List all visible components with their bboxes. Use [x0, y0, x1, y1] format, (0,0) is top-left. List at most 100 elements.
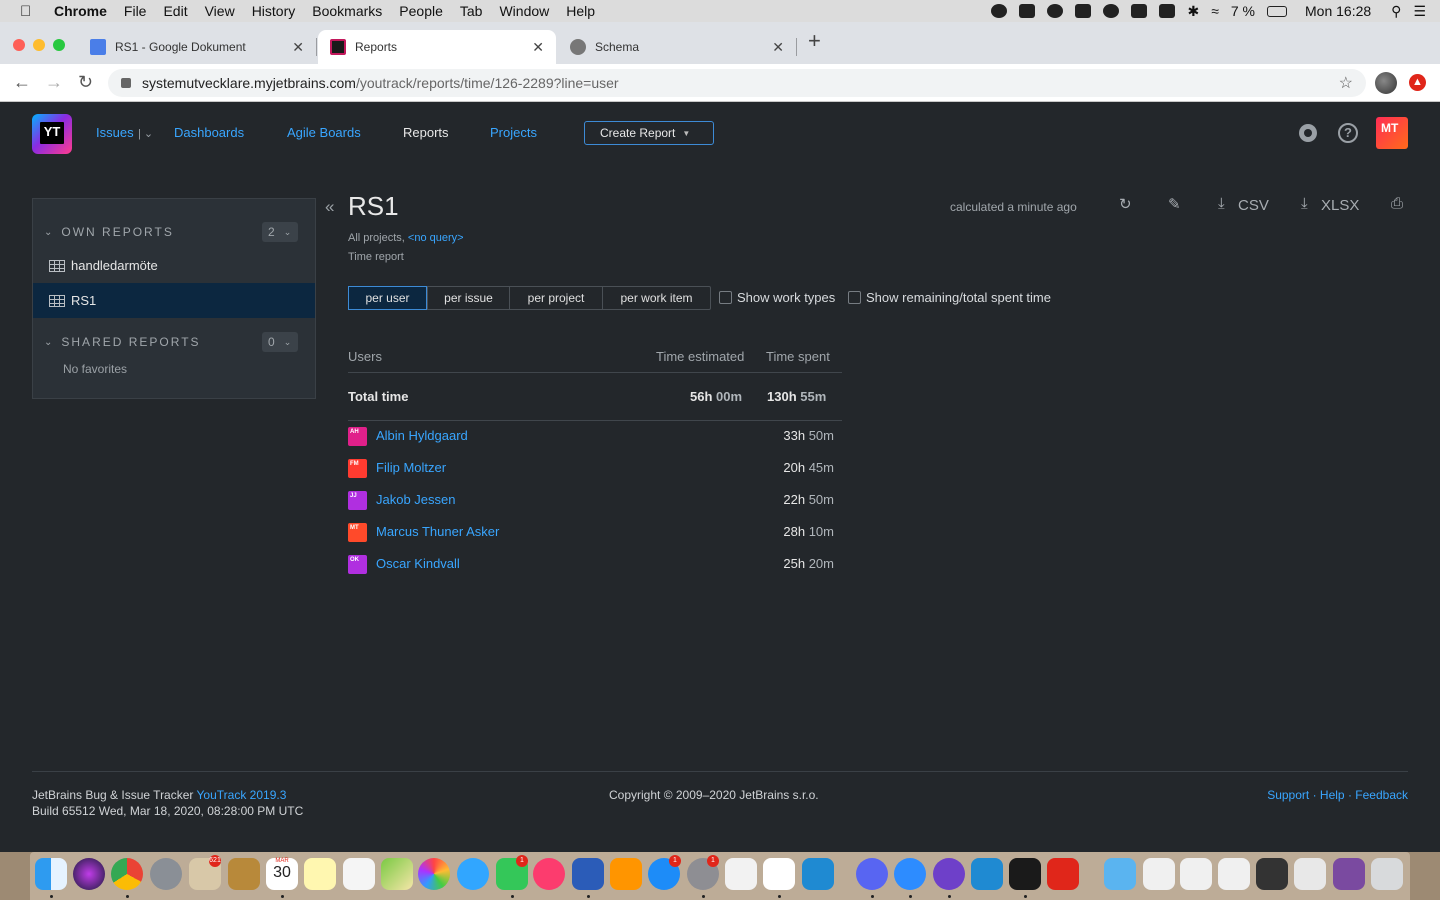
- column-header-time-estimated[interactable]: Time estimated: [656, 349, 744, 364]
- help-link[interactable]: Help: [1320, 788, 1345, 802]
- word-icon[interactable]: [572, 858, 604, 890]
- shared-reports-count[interactable]: 0 ⌄: [262, 332, 298, 352]
- github-desktop-icon[interactable]: [933, 858, 965, 890]
- refresh-icon[interactable]: ↻: [1119, 195, 1132, 213]
- reload-icon[interactable]: ↻: [78, 72, 93, 93]
- close-tab-icon[interactable]: ✕: [772, 39, 784, 56]
- window-zoom-button[interactable]: [53, 39, 65, 51]
- tab-rs1-google-doc[interactable]: RS1 - Google Dokument ✕: [78, 30, 317, 64]
- extension-icon[interactable]: ▲: [1409, 74, 1426, 91]
- discord-icon[interactable]: [856, 858, 888, 890]
- create-report-button[interactable]: Create Report ▼: [584, 121, 714, 145]
- folder-icon[interactable]: [1104, 858, 1136, 890]
- profile-avatar[interactable]: [1375, 72, 1397, 94]
- messages-icon[interactable]: [457, 858, 489, 890]
- print-icon[interactable]: ⎙: [1391, 195, 1403, 212]
- screenshot-thumbnail-icon[interactable]: [1294, 858, 1326, 890]
- close-tab-icon[interactable]: ✕: [532, 39, 544, 56]
- nav-reports[interactable]: Reports: [403, 125, 449, 140]
- airplay-icon[interactable]: [1159, 4, 1176, 18]
- own-reports-group[interactable]: ⌄ OWN REPORTS 2 ⌄: [33, 217, 315, 247]
- youtrack-logo[interactable]: YT: [32, 114, 72, 154]
- user-link[interactable]: Oscar Kindvall: [376, 556, 460, 571]
- download-csv-icon[interactable]: ⤓: [1218, 195, 1225, 212]
- window-close-button[interactable]: [13, 39, 25, 51]
- tab-reports[interactable]: Reports ✕: [318, 30, 556, 64]
- collapse-sidebar-icon[interactable]: «: [325, 197, 334, 217]
- show-work-types-checkbox[interactable]: Show work types: [719, 290, 835, 305]
- window-minimize-button[interactable]: [33, 39, 45, 51]
- menubar-clock[interactable]: Mon 16:28: [1305, 3, 1371, 19]
- show-remaining-checkbox[interactable]: Show remaining/total spent time: [848, 290, 1051, 305]
- notebook-icon[interactable]: [228, 858, 260, 890]
- bookmark-star-icon[interactable]: ☆: [1339, 73, 1353, 93]
- books-icon[interactable]: [610, 858, 642, 890]
- menu-tab[interactable]: Tab: [460, 3, 483, 19]
- user-link[interactable]: Marcus Thuner Asker: [376, 524, 499, 539]
- menu-file[interactable]: File: [124, 3, 147, 19]
- new-tab-button[interactable]: +: [808, 28, 821, 54]
- tab-schema[interactable]: Schema ✕: [558, 30, 797, 64]
- siri-icon[interactable]: [73, 858, 105, 890]
- music-icon[interactable]: [533, 858, 565, 890]
- forward-arrow-icon[interactable]: →: [45, 72, 63, 93]
- sidebar-item-rs1[interactable]: RS1: [33, 283, 315, 318]
- grouping-per-work-item[interactable]: per work item: [602, 287, 710, 309]
- notes-icon[interactable]: [304, 858, 336, 890]
- checkbox-box[interactable]: [719, 291, 732, 304]
- sidebar-item-handledarmote[interactable]: handledarmöte: [33, 248, 315, 283]
- nav-projects[interactable]: Projects: [490, 125, 537, 140]
- trash-icon[interactable]: [1371, 858, 1403, 890]
- export-xlsx-button[interactable]: XLSX: [1321, 197, 1359, 214]
- menu-help[interactable]: Help: [566, 3, 595, 19]
- status-app-icon[interactable]: [991, 4, 1008, 18]
- screenshot-thumbnail-icon[interactable]: [1180, 858, 1212, 890]
- column-header-users[interactable]: Users: [348, 349, 382, 364]
- calendar-icon[interactable]: MAR 30: [266, 858, 298, 890]
- grouping-per-user[interactable]: per user: [348, 286, 427, 310]
- nav-dashboards[interactable]: Dashboards: [174, 125, 244, 140]
- spotlight-search-icon[interactable]: ⚲: [1391, 3, 1401, 20]
- menu-bookmarks[interactable]: Bookmarks: [312, 3, 382, 19]
- vscode-insiders-icon[interactable]: [971, 858, 1003, 890]
- status-screen-icon[interactable]: [1019, 4, 1036, 18]
- lock-icon[interactable]: [121, 78, 131, 88]
- gear-icon[interactable]: [1299, 124, 1317, 142]
- query-link[interactable]: <no query>: [408, 232, 464, 244]
- edit-pencil-icon[interactable]: ✎: [1168, 195, 1181, 213]
- back-arrow-icon[interactable]: ←: [13, 72, 31, 93]
- launchpad-icon[interactable]: [150, 858, 182, 890]
- notification-center-icon[interactable]: ☰: [1413, 3, 1426, 20]
- screenshot-thumbnail-icon[interactable]: [1218, 858, 1250, 890]
- support-link[interactable]: Support: [1267, 788, 1309, 802]
- export-csv-button[interactable]: CSV: [1238, 197, 1269, 214]
- slack-icon[interactable]: [763, 858, 795, 890]
- textedit-icon[interactable]: [725, 858, 757, 890]
- finder-icon[interactable]: [35, 858, 67, 890]
- elephant-icon[interactable]: [1131, 4, 1148, 18]
- nav-agile-boards[interactable]: Agile Boards: [287, 125, 361, 140]
- creative-cloud-icon[interactable]: [1047, 4, 1064, 18]
- user-link[interactable]: Filip Moltzer: [376, 460, 446, 475]
- bluetooth-icon[interactable]: ✱: [1187, 3, 1199, 20]
- pdf-app-icon[interactable]: [1047, 858, 1079, 890]
- feedback-link[interactable]: Feedback: [1355, 788, 1408, 802]
- reminders-icon[interactable]: [343, 858, 375, 890]
- menu-history[interactable]: History: [252, 3, 296, 19]
- user-link[interactable]: Jakob Jessen: [376, 492, 456, 507]
- photos-icon[interactable]: [418, 858, 450, 890]
- menu-window[interactable]: Window: [499, 3, 549, 19]
- close-tab-icon[interactable]: ✕: [292, 39, 304, 56]
- menu-edit[interactable]: Edit: [163, 3, 187, 19]
- screenshot-thumbnail-icon[interactable]: [1256, 858, 1288, 890]
- screenshot-thumbnail-icon[interactable]: [1143, 858, 1175, 890]
- battery-level[interactable]: 7 %: [1231, 3, 1255, 19]
- apple-menu-icon[interactable]: : [20, 3, 40, 20]
- column-header-time-spent[interactable]: Time spent: [766, 349, 830, 364]
- menu-view[interactable]: View: [205, 3, 235, 19]
- terminal-icon[interactable]: [1009, 858, 1041, 890]
- maps-icon[interactable]: [381, 858, 413, 890]
- zoom-icon[interactable]: [894, 858, 926, 890]
- own-reports-count[interactable]: 2 ⌄: [262, 222, 298, 242]
- download-xlsx-icon[interactable]: ⤓: [1301, 195, 1308, 212]
